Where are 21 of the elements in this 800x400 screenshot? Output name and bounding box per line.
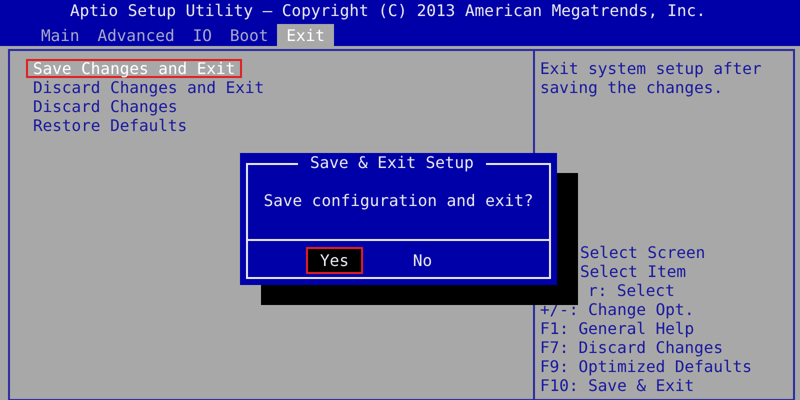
key-hint: F7: Discard Changes bbox=[540, 338, 724, 357]
help-description: Exit system setup after saving the changes. bbox=[540, 59, 763, 97]
menu-item[interactable]: Discard Changes and Exit bbox=[26, 78, 272, 97]
key-hint: F10: Save & Exit bbox=[540, 376, 696, 395]
key-hint: r: Select bbox=[587, 281, 676, 300]
menu-item[interactable]: Discard Changes bbox=[26, 97, 184, 116]
menu-tab[interactable]: IO bbox=[184, 24, 221, 46]
key-hint: F1: General Help bbox=[540, 319, 696, 338]
key-hint: +/-: Change Opt. bbox=[540, 300, 696, 319]
dialog-button[interactable]: No bbox=[398, 247, 446, 274]
key-hint: Select Item bbox=[579, 262, 687, 281]
menu-tab[interactable]: Main bbox=[32, 24, 89, 46]
key-hint: Select Screen bbox=[579, 243, 706, 262]
dialog-title: Save & Exit Setup bbox=[298, 153, 486, 173]
dialog-button[interactable]: Yes bbox=[306, 247, 363, 274]
window-title: Aptio Setup Utility – Copyright (C) 2013 American Megatrends, Inc. bbox=[69, 0, 706, 22]
menu-tab[interactable]: Boot bbox=[220, 24, 278, 46]
menu-item[interactable]: Restore Defaults bbox=[26, 116, 194, 135]
dialog-message: Save configuration and exit? bbox=[262, 191, 534, 210]
key-hint: F9: Optimized Defaults bbox=[540, 357, 753, 376]
menu-tab[interactable]: Advanced bbox=[88, 24, 184, 46]
